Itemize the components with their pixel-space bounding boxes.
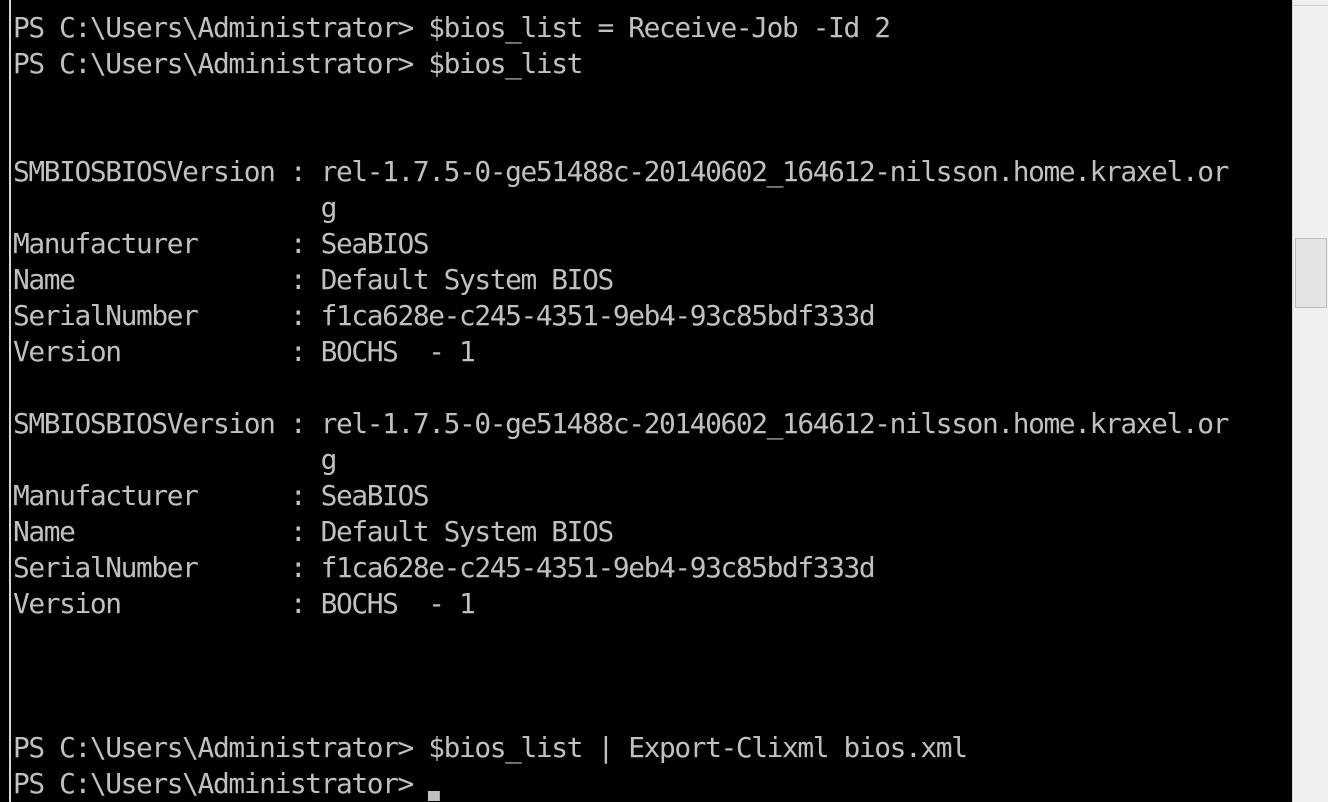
- terminal-line: SMBIOSBIOSVersion : rel-1.7.5-0-ge51488c…: [13, 407, 1229, 440]
- scroll-up-button[interactable]: [1293, 0, 1328, 6]
- powershell-console-window: PS C:\Users\Administrator> $bios_list = …: [0, 0, 1328, 802]
- terminal-line: SerialNumber : f1ca628e-c245-4351-9eb4-9…: [13, 551, 876, 584]
- prompt-line[interactable]: PS C:\Users\Administrator>: [13, 766, 1285, 802]
- terminal-line: PS C:\Users\Administrator> $bios_list = …: [13, 11, 891, 44]
- terminal-line: PS C:\Users\Administrator> $bios_list | …: [13, 731, 968, 764]
- text-cursor: [428, 791, 441, 801]
- terminal-line: Version : BOCHS - 1: [13, 335, 476, 368]
- terminal-line: g: [13, 191, 338, 224]
- window-left-border: [0, 0, 11, 802]
- prompt-text: PS C:\Users\Administrator>: [13, 767, 429, 800]
- terminal-line: PS C:\Users\Administrator> $bios_list: [13, 47, 583, 80]
- vertical-scrollbar[interactable]: [1292, 0, 1328, 802]
- terminal-line: Manufacturer : SeaBIOS: [13, 227, 430, 260]
- terminal-line: Version : BOCHS - 1: [13, 587, 476, 620]
- terminal-line: g: [13, 443, 338, 476]
- terminal-line: SMBIOSBIOSVersion : rel-1.7.5-0-ge51488c…: [13, 155, 1229, 188]
- terminal-line: Name : Default System BIOS: [13, 263, 614, 296]
- terminal-line: Manufacturer : SeaBIOS: [13, 479, 430, 512]
- terminal-line: SerialNumber : f1ca628e-c245-4351-9eb4-9…: [13, 299, 876, 332]
- terminal-output[interactable]: PS C:\Users\Administrator> $bios_list = …: [13, 10, 1291, 802]
- terminal-line: Name : Default System BIOS: [13, 515, 614, 548]
- scrollbar-thumb[interactable]: [1295, 238, 1327, 308]
